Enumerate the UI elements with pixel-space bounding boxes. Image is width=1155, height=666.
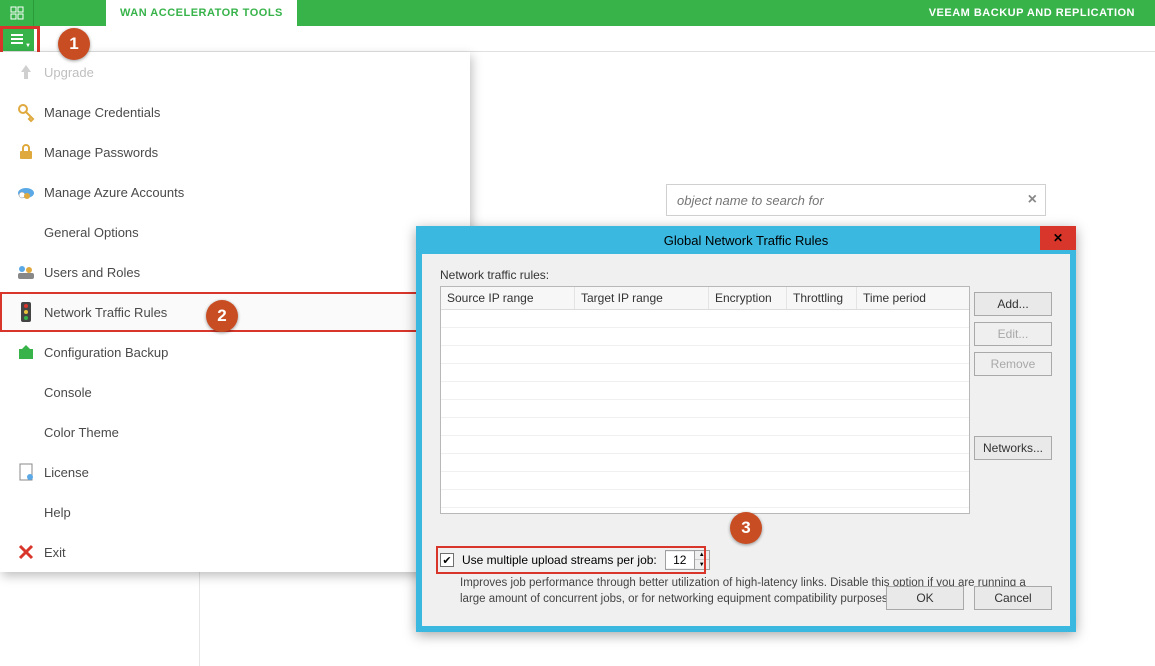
- menu-console[interactable]: Console ▶: [0, 372, 470, 412]
- upload-streams-input[interactable]: [666, 552, 694, 568]
- annotation-2: 2: [206, 300, 238, 332]
- upload-streams-checkbox[interactable]: ✔: [440, 553, 454, 567]
- menu-label: License: [40, 465, 470, 480]
- azure-icon: [12, 184, 40, 200]
- edit-button: Edit...: [974, 322, 1052, 346]
- global-network-traffic-rules-dialog: Global Network Traffic Rules Network tra…: [416, 226, 1076, 632]
- password-icon: [12, 143, 40, 161]
- dialog-title-text: Global Network Traffic Rules: [664, 233, 829, 248]
- spin-up[interactable]: ▲: [695, 551, 709, 560]
- menu-label: Manage Azure Accounts: [40, 185, 470, 200]
- clear-search-icon[interactable]: ×: [1028, 191, 1037, 209]
- upload-streams-row: ✔ Use multiple upload streams per job: ▲…: [440, 550, 710, 570]
- search-box[interactable]: ×: [666, 184, 1046, 216]
- ribbon-active-tab[interactable]: WAN ACCELERATOR TOOLS: [106, 0, 297, 26]
- menu-manage-passwords[interactable]: Manage Passwords: [0, 132, 470, 172]
- menu-label: General Options: [40, 225, 470, 240]
- license-icon: [12, 463, 40, 481]
- col-time-period[interactable]: Time period: [857, 287, 957, 309]
- menu-label: Manage Passwords: [40, 145, 470, 160]
- menu-exit[interactable]: Exit: [0, 532, 470, 572]
- menu-label: Users and Roles: [40, 265, 470, 280]
- rules-label: Network traffic rules:: [440, 268, 1052, 282]
- main-menu-button[interactable]: ▼: [0, 26, 34, 51]
- networks-button[interactable]: Networks...: [974, 436, 1052, 460]
- add-button[interactable]: Add...: [974, 292, 1052, 316]
- menu-label: Help: [40, 505, 450, 520]
- annotation-1: 1: [58, 28, 90, 60]
- menu-users-roles[interactable]: Users and Roles: [0, 252, 470, 292]
- menu-configuration-backup[interactable]: Configuration Backup: [0, 332, 470, 372]
- ribbon: WAN ACCELERATOR TOOLS VEEAM BACKUP AND R…: [0, 0, 1155, 26]
- col-throttling[interactable]: Throttling: [787, 287, 857, 309]
- menu-label: Network Traffic Rules: [40, 305, 470, 320]
- rules-table[interactable]: Source IP range Target IP range Encrypti…: [440, 286, 970, 514]
- exit-icon: [12, 544, 40, 560]
- dialog-close-button[interactable]: [1040, 226, 1076, 250]
- menu-label: Upgrade: [40, 65, 470, 80]
- config-backup-icon: [12, 343, 40, 361]
- remove-button: Remove: [974, 352, 1052, 376]
- search-input[interactable]: [675, 192, 1028, 209]
- menu-label: Manage Credentials: [40, 105, 470, 120]
- upgrade-icon: [12, 63, 40, 81]
- ok-button[interactable]: OK: [886, 586, 964, 610]
- menu-color-theme[interactable]: Color Theme ▶: [0, 412, 470, 452]
- annotation-3: 3: [730, 512, 762, 544]
- upload-streams-label: Use multiple upload streams per job:: [462, 553, 657, 567]
- col-source-ip[interactable]: Source IP range: [441, 287, 575, 309]
- menu-help[interactable]: Help ▶: [0, 492, 470, 532]
- app-menu-icon[interactable]: [0, 0, 34, 26]
- upload-streams-spinner[interactable]: ▲▼: [665, 550, 710, 570]
- menu-label: Color Theme: [40, 425, 450, 440]
- toolbar-row: ▼: [0, 26, 1155, 52]
- app-title: VEEAM BACKUP AND REPLICATION: [297, 0, 1155, 26]
- menu-label: Console: [40, 385, 450, 400]
- cancel-button[interactable]: Cancel: [974, 586, 1052, 610]
- col-target-ip[interactable]: Target IP range: [575, 287, 709, 309]
- col-encryption[interactable]: Encryption: [709, 287, 787, 309]
- menu-manage-azure[interactable]: Manage Azure Accounts: [0, 172, 470, 212]
- menu-general-options[interactable]: General Options: [0, 212, 470, 252]
- spin-down[interactable]: ▼: [695, 560, 709, 569]
- menu-license[interactable]: License: [0, 452, 470, 492]
- menu-manage-credentials[interactable]: Manage Credentials: [0, 92, 470, 132]
- users-icon: [12, 264, 40, 280]
- menu-label: Exit: [40, 545, 470, 560]
- rules-table-header: Source IP range Target IP range Encrypti…: [441, 287, 969, 310]
- dialog-title: Global Network Traffic Rules: [416, 226, 1076, 254]
- menu-label: Configuration Backup: [40, 345, 470, 360]
- traffic-icon: [12, 302, 40, 322]
- key-icon: [12, 103, 40, 121]
